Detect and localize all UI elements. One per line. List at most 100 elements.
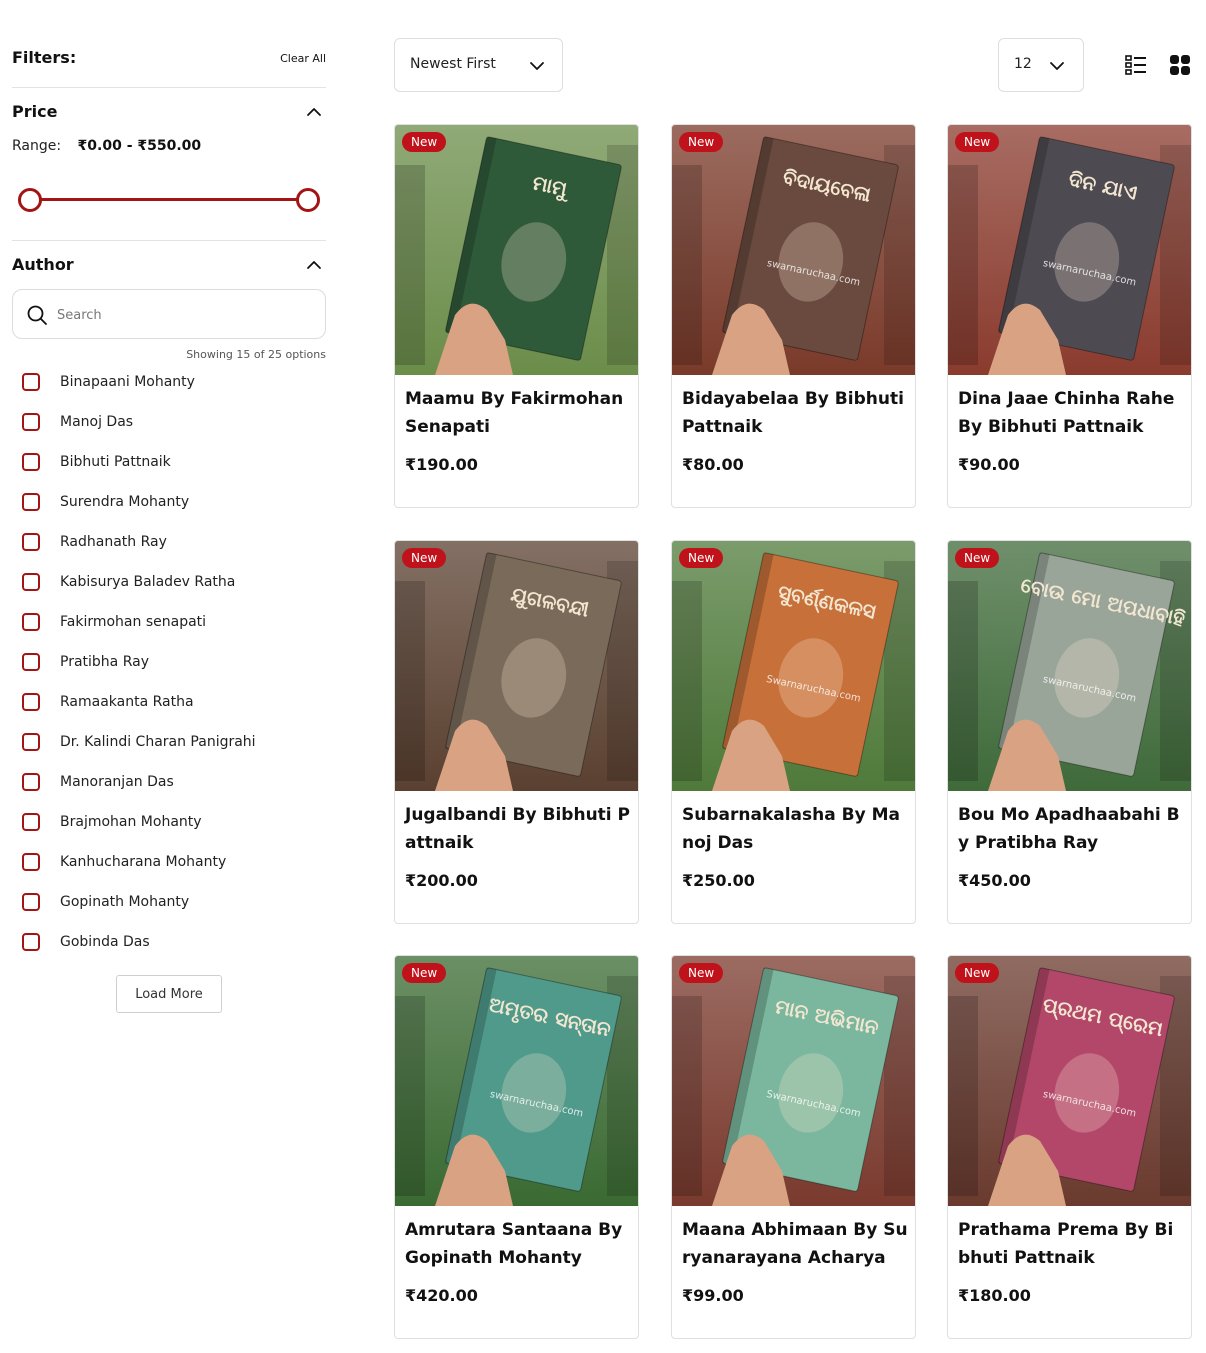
options-count: Showing 15 of 25 options <box>186 348 326 361</box>
filters-title: Filters: <box>12 48 77 67</box>
price-section-header[interactable]: Price <box>12 100 326 124</box>
product-card[interactable]: ମାମୁ New Maamu By Fakirmohan Senapati ₹1… <box>394 124 639 508</box>
author-option-label: Dr. Kalindi Charan Panigrahi <box>60 734 256 750</box>
sort-select[interactable]: Newest First <box>394 38 563 92</box>
author-option-label: Kabisurya Baladev Ratha <box>60 574 236 590</box>
new-badge: New <box>402 963 447 983</box>
author-checkbox[interactable] <box>22 693 40 711</box>
author-checkbox[interactable] <box>22 853 40 871</box>
book-photo: ସୁବର୍ଣ୍ଣକଳସ Swarnaruchaa.com <box>672 541 915 791</box>
author-option[interactable]: Gobinda Das <box>22 922 322 962</box>
search-icon <box>27 305 47 325</box>
author-option[interactable]: Dr. Kalindi Charan Panigrahi <box>22 722 322 762</box>
author-option-label: Brajmohan Mohanty <box>60 814 202 830</box>
author-checkbox[interactable] <box>22 413 40 431</box>
product-price: ₹90.00 <box>958 455 1020 474</box>
product-card[interactable]: ବୋଉ ମୋ ଅପଧାବାହି swarnaruchaa.com New Bou… <box>947 540 1192 924</box>
author-option-label: Radhanath Ray <box>60 534 167 550</box>
author-checkbox[interactable] <box>22 733 40 751</box>
product-price: ₹200.00 <box>405 871 478 890</box>
new-badge: New <box>402 132 447 152</box>
chevron-up-icon[interactable] <box>306 104 322 120</box>
author-checkbox[interactable] <box>22 813 40 831</box>
author-option[interactable]: Kabisurya Baladev Ratha <box>22 562 322 602</box>
author-checkbox[interactable] <box>22 493 40 511</box>
new-badge: New <box>955 963 1000 983</box>
product-card[interactable]: ଅମୃତର ସନ୍ତାନ swarnaruchaa.com New Amruta… <box>394 955 639 1339</box>
new-badge: New <box>679 963 724 983</box>
product-image[interactable]: ମାମୁ New <box>395 125 638 375</box>
book-photo: ମାମୁ <box>395 125 638 375</box>
author-checkbox[interactable] <box>22 373 40 391</box>
product-price: ₹80.00 <box>682 455 744 474</box>
author-option-label: Pratibha Ray <box>60 654 149 670</box>
author-option[interactable]: Fakirmohan senapati <box>22 602 322 642</box>
product-title[interactable]: Bou Mo Apadhaabahi By Pratibha Ray <box>958 801 1184 857</box>
product-card[interactable]: ଯୁଗଳବନ୍ଦୀ New Jugalbandi By Bibhuti Patt… <box>394 540 639 924</box>
author-checkbox[interactable] <box>22 533 40 551</box>
author-option-label: Binapaani Mohanty <box>60 374 195 390</box>
load-more-button[interactable]: Load More <box>116 975 222 1013</box>
product-title[interactable]: Jugalbandi By Bibhuti Pattnaik <box>405 801 631 857</box>
product-price: ₹190.00 <box>405 455 478 474</box>
grid-view-icon[interactable] <box>1169 54 1191 76</box>
product-image[interactable]: ସୁବର୍ଣ୍ଣକଳସ Swarnaruchaa.com New <box>672 541 915 791</box>
product-card[interactable]: ସୁବର୍ଣ୍ଣକଳସ Swarnaruchaa.com New Subarna… <box>671 540 916 924</box>
author-checkbox[interactable] <box>22 573 40 591</box>
product-image[interactable]: ଅମୃତର ସନ୍ତାନ swarnaruchaa.com New <box>395 956 638 1206</box>
author-option[interactable]: Kanhucharana Mohanty <box>22 842 322 882</box>
product-card[interactable]: ପ୍ରଥମ ପ୍ରେମ swarnaruchaa.com New Pratham… <box>947 955 1192 1339</box>
chevron-down-icon <box>1050 62 1064 70</box>
author-checkbox[interactable] <box>22 453 40 471</box>
author-option-label: Gopinath Mohanty <box>60 894 190 910</box>
slider-max-handle[interactable] <box>296 188 320 212</box>
author-option[interactable]: Binapaani Mohanty <box>22 362 322 402</box>
author-search-input[interactable] <box>57 302 307 328</box>
product-image[interactable]: ବୋଉ ମୋ ଅପଧାବାହି swarnaruchaa.com New <box>948 541 1191 791</box>
product-card[interactable]: ବିଦାୟବେଳା swarnaruchaa.com New Bidayabel… <box>671 124 916 508</box>
price-section-title: Price <box>12 102 58 121</box>
book-photo: ବିଦାୟବେଳା swarnaruchaa.com <box>672 125 915 375</box>
product-card[interactable]: ମାନ ଅଭିମାନ Swarnaruchaa.com New Maana Ab… <box>671 955 916 1339</box>
clear-all-button[interactable]: Clear All <box>280 52 326 65</box>
per-page-select[interactable]: 12 <box>998 38 1084 92</box>
product-title[interactable]: Maana Abhimaan By Suryanarayana Acharya <box>682 1216 908 1272</box>
author-option[interactable]: Bibhuti Pattnaik <box>22 442 322 482</box>
slider-track <box>30 198 308 201</box>
product-title[interactable]: Prathama Prema By Bibhuti Pattnaik <box>958 1216 1184 1272</box>
slider-min-handle[interactable] <box>18 188 42 212</box>
author-option[interactable]: Surendra Mohanty <box>22 482 322 522</box>
price-range-slider[interactable] <box>18 186 320 214</box>
author-checkbox[interactable] <box>22 613 40 631</box>
author-checkbox[interactable] <box>22 653 40 671</box>
author-checkbox[interactable] <box>22 933 40 951</box>
product-image[interactable]: ଯୁଗଳବନ୍ଦୀ New <box>395 541 638 791</box>
author-option[interactable]: Radhanath Ray <box>22 522 322 562</box>
product-card[interactable]: ଦିନ ଯାଏ swarnaruchaa.com New Dina Jaae C… <box>947 124 1192 508</box>
product-image[interactable]: ଦିନ ଯାଏ swarnaruchaa.com New <box>948 125 1191 375</box>
product-title[interactable]: Dina Jaae Chinha Rahe By Bibhuti Pattnai… <box>958 385 1184 441</box>
author-option[interactable]: Manoranjan Das <box>22 762 322 802</box>
price-range-readout: Range: ₹0.00 - ₹550.00 <box>12 138 201 154</box>
product-title[interactable]: Amrutara Santaana By Gopinath Mohanty <box>405 1216 631 1272</box>
author-option[interactable]: Gopinath Mohanty <box>22 882 322 922</box>
product-image[interactable]: ମାନ ଅଭିମାନ Swarnaruchaa.com New <box>672 956 915 1206</box>
author-option[interactable]: Ramaakanta Ratha <box>22 682 322 722</box>
new-badge: New <box>679 132 724 152</box>
author-option[interactable]: Manoj Das <box>22 402 322 442</box>
chevron-up-icon[interactable] <box>306 257 322 273</box>
author-option[interactable]: Brajmohan Mohanty <box>22 802 322 842</box>
product-price: ₹420.00 <box>405 1286 478 1305</box>
author-checkbox[interactable] <box>22 893 40 911</box>
author-option[interactable]: Pratibha Ray <box>22 642 322 682</box>
product-title[interactable]: Subarnakalasha By Manoj Das <box>682 801 908 857</box>
product-image[interactable]: ବିଦାୟବେଳା swarnaruchaa.com New <box>672 125 915 375</box>
product-title[interactable]: Bidayabelaa By Bibhuti Pattnaik <box>682 385 908 441</box>
price-range-value: ₹0.00 - ₹550.00 <box>77 138 202 154</box>
author-section-header[interactable]: Author <box>12 253 326 277</box>
product-image[interactable]: ପ୍ରଥମ ପ୍ରେମ swarnaruchaa.com New <box>948 956 1191 1206</box>
author-checkbox[interactable] <box>22 773 40 791</box>
product-title[interactable]: Maamu By Fakirmohan Senapati <box>405 385 631 441</box>
product-price: ₹180.00 <box>958 1286 1031 1305</box>
list-view-icon[interactable] <box>1124 53 1148 77</box>
